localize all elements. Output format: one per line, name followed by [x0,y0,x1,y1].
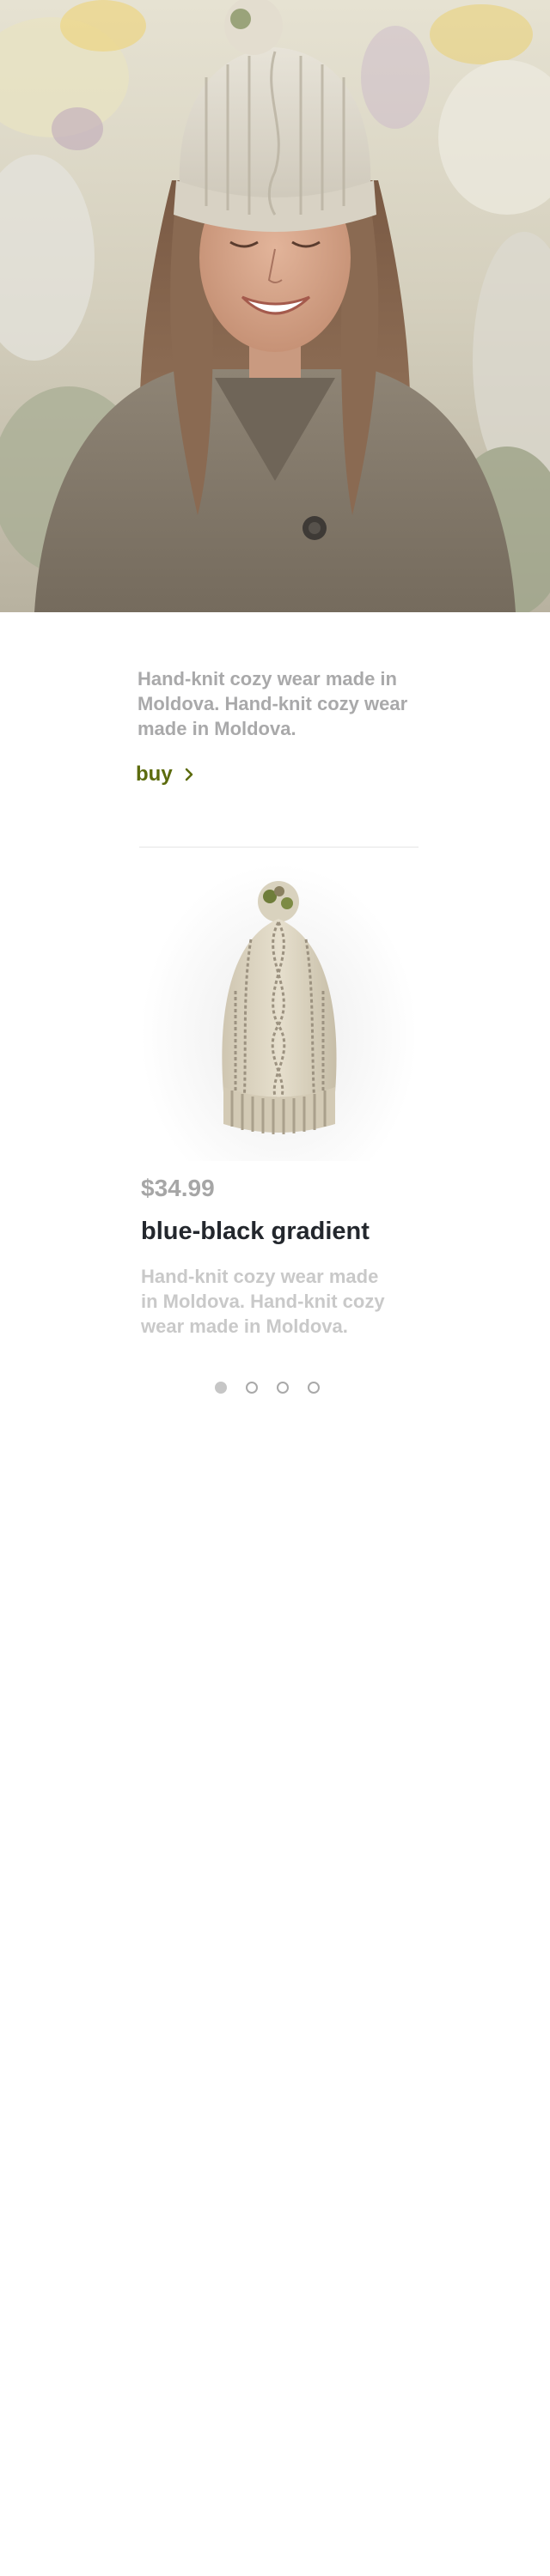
carousel-pagination [215,1382,320,1394]
pagination-dot[interactable] [308,1382,320,1394]
chevron-right-icon [185,768,192,781]
intro-description: Hand-knit cozy wear made in Moldova. Han… [138,668,408,739]
pagination-dot[interactable] [246,1382,258,1394]
buy-label: buy [136,762,173,786]
pagination-dot[interactable] [215,1382,227,1394]
product-name[interactable]: blue-black gradient [141,1218,370,1246]
hero-illustration [0,0,550,612]
pagination-dot[interactable] [277,1382,289,1394]
product-price: $34.99 [141,1175,215,1201]
buy-link[interactable]: buy [136,762,193,787]
hero-image [0,0,550,612]
section-divider [139,847,419,848]
knit-beanie-icon [222,881,337,1134]
product-image[interactable] [139,862,419,1161]
product-description: Hand-knit cozy wear made in Moldova. Han… [141,1266,385,1337]
